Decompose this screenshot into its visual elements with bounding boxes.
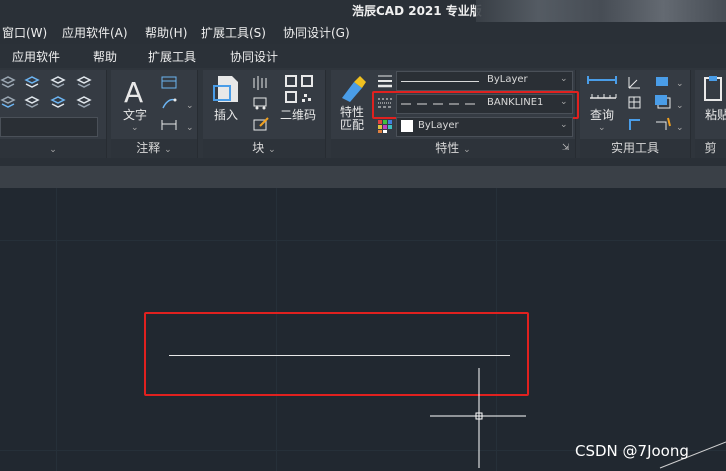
watermark-text: CSDN @7Joong [575,442,689,460]
insert-button[interactable]: 插入 [210,74,246,134]
svg-text:⌄: ⌄ [676,101,684,111]
lineweight-icon [378,75,392,88]
chevron-down-icon: ⌄ [49,145,57,155]
chevron-down-icon: ⌄ [463,145,471,155]
lineweight-combo[interactable]: ByLayer ⌄ [396,71,573,91]
layer-tools-icon-group [0,76,92,108]
menu-window[interactable]: 窗口(W) [2,24,47,41]
dimension-icon [161,120,177,130]
angle-icon [628,77,640,89]
lineweight-preview [401,81,479,82]
clipboard-panel-title: 剪 [704,141,717,155]
properties-panel-title: 特性 [435,141,460,155]
define-attribute-icon [253,76,267,90]
menu-help[interactable]: 帮助(H) [145,24,187,41]
annotation-panel-footer[interactable]: 注释 ⌄ [111,139,197,158]
linetype-highlight-box [372,91,579,119]
crosshair-cursor-icon [430,368,526,468]
chevron-down-icon: ⌄ [164,145,172,155]
query-button[interactable]: 查询 ⌄ [584,74,622,136]
chevron-down-icon: ⌄ [598,123,606,133]
menu-extension-tools[interactable]: 扩展工具(S) [201,24,266,41]
menu-collaborative-design[interactable]: 协同设计(G) [283,24,350,41]
text-button-label: 文字 [123,108,148,122]
paste-button[interactable]: 粘贴 [700,74,726,136]
dimension-tools-icon-group[interactable]: ⌄ ⌄ [160,74,194,134]
annotation-panel-title: 注释 [136,141,161,155]
svg-text:⌄: ⌄ [676,79,684,89]
utility-tools-icon-group[interactable]: ⌄ ⌄ ⌄ [626,74,688,134]
select-tool-icon [656,121,667,130]
layers-panel-footer[interactable]: ⌄ [0,139,106,158]
svg-text:⌄: ⌄ [186,101,194,111]
layer-combo[interactable] [0,117,98,137]
tab-applications[interactable]: 应用软件 [12,48,60,65]
file-tab-bar [0,166,726,188]
match-properties-button[interactable]: 特性 匹配 [336,74,372,138]
app-title: 浩辰CAD 2021 专业版 [352,4,482,18]
layer-stack-icon [0,76,92,108]
qrcode-icon [285,75,313,103]
chevron-down-icon: ⌄ [131,123,139,133]
edit-block-icon [253,97,267,107]
ribbon-bottom-strip [0,158,726,166]
clipboard-icon [704,76,722,101]
chevron-down-icon: ⌄ [560,74,568,84]
match-properties-label-line2: 匹配 [340,118,365,132]
text-a-icon: A [124,76,143,106]
block-panel-title: 块 [252,141,265,155]
color-palette-icon [378,120,392,133]
paste-button-label: 粘贴 [705,108,726,122]
qrcode-button-label: 二维码 [280,108,317,122]
insert-button-label: 插入 [214,108,239,122]
tab-collaborative-design[interactable]: 协同设计 [230,48,278,65]
qrcode-button[interactable]: 二维码 [280,74,320,134]
grid-line [0,240,726,241]
block-panel-footer[interactable]: 块 ⌄ [203,139,325,158]
panel-launcher-icon[interactable]: ⇲ [562,143,570,153]
svg-text:⌄: ⌄ [676,123,684,133]
point-id-icon [629,119,640,130]
properties-panel-footer[interactable]: 特性 ⌄ [331,139,575,158]
color-value: ByLayer [418,120,459,131]
measure-distance-icon [587,76,617,99]
grid-line [56,188,57,471]
utilities-panel-title: 实用工具 [610,141,659,155]
paintbrush-icon [342,76,366,102]
leader-icon [162,98,176,109]
tab-extension-tools[interactable]: 扩展工具 [148,48,196,65]
color-swatch [401,120,413,132]
block-tools-icon-group[interactable] [250,74,276,134]
select-similar-icon [656,77,668,86]
lineweight-value: ByLayer [487,74,528,85]
svg-text:⌄: ⌄ [186,123,194,133]
clipboard-panel-footer[interactable]: 剪 [695,139,726,158]
query-button-label: 查询 [590,108,615,122]
chevron-down-icon: ⌄ [268,145,276,155]
table-icon [161,76,177,89]
menu-applications[interactable]: 应用软件(A) [62,24,128,41]
title-bar-blurred-area [476,0,726,22]
chevron-down-icon: ⌄ [560,120,568,130]
color-combo[interactable]: ByLayer ⌄ [396,117,573,137]
tab-help[interactable]: 帮助 [93,48,117,65]
insert-block-icon [213,76,238,102]
utilities-panel-footer[interactable]: 实用工具 [580,139,690,158]
text-button[interactable]: A 文字 ⌄ [118,76,154,136]
svg-text:A: A [124,76,143,106]
